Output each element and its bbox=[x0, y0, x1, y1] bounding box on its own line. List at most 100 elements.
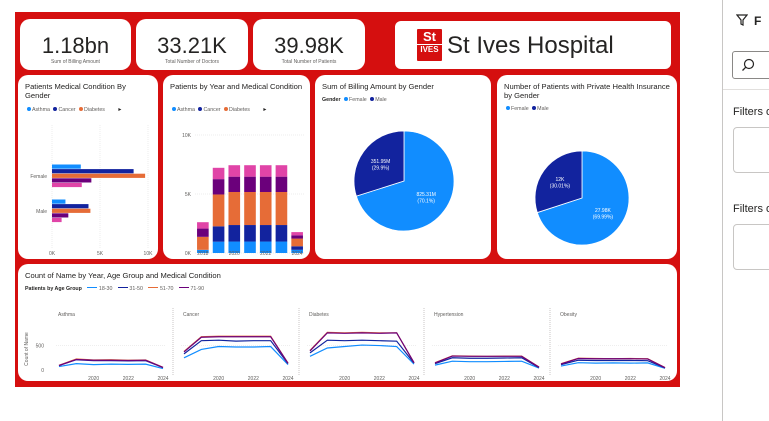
year-condition-visual[interactable]: Patients by Year and Medical Condition A… bbox=[163, 75, 310, 259]
bar-hypertension-2019 bbox=[212, 179, 225, 195]
pie-value-label: 12K bbox=[555, 177, 565, 183]
kpi-card-doctors[interactable]: 33.21K Total Number of Doctors bbox=[136, 19, 248, 70]
bar-obesity-2021 bbox=[244, 165, 256, 177]
line-chart: Count of Name 0 500 Asthma 2020 2022 2024 Cance… bbox=[24, 308, 671, 381]
panel-title: Asthma bbox=[58, 312, 75, 318]
x-tick-label: 2024 bbox=[408, 376, 419, 381]
x-tick-label: 2024 bbox=[659, 376, 670, 381]
bar-obesity bbox=[52, 217, 62, 223]
bar-obesity-2019 bbox=[212, 167, 225, 180]
x-tick-label: 2024 bbox=[533, 376, 544, 381]
bar-obesity-2023 bbox=[275, 165, 288, 177]
bar-asthma bbox=[52, 164, 81, 169]
bar-obesity-2020 bbox=[228, 165, 241, 177]
x-tick-label: 2020 bbox=[464, 376, 475, 381]
bar-hypertension-2020 bbox=[228, 176, 241, 192]
age-group-visual[interactable]: Count of Name by Year, Age Group and Med… bbox=[18, 264, 677, 381]
kpi-card-patients[interactable]: 39.98K Total Number of Patients bbox=[253, 19, 365, 70]
x-tick-label: 2022 bbox=[248, 376, 259, 381]
bar-cancer bbox=[52, 169, 134, 174]
divider bbox=[723, 89, 769, 90]
stacked-bar-chart: 0K 5K 10K 2018 2020 2022 2024 bbox=[182, 133, 305, 257]
bar-hypertension-2024 bbox=[291, 235, 303, 239]
x-tick-label: 2020 bbox=[88, 376, 99, 381]
bar-obesity-2022 bbox=[259, 165, 272, 177]
bar-diabetes-2021 bbox=[244, 191, 256, 226]
line-cancer-18-30 bbox=[183, 345, 289, 366]
y-category-label: Female bbox=[30, 174, 47, 180]
panel-title: Hypertension bbox=[434, 312, 464, 318]
pie-chart: 27.98K(69.99%) 12K(30.01%) bbox=[534, 150, 630, 246]
pie-value-label: 825.31M bbox=[416, 192, 435, 198]
x-tick-label: 5K bbox=[97, 251, 104, 257]
x-tick-label: 2024 bbox=[282, 376, 293, 381]
bar-hypertension bbox=[52, 178, 92, 183]
pie-percent-label: (30.01%) bbox=[550, 183, 571, 189]
bar-obesity bbox=[52, 182, 82, 188]
hospital-name: St Ives Hospital bbox=[447, 32, 614, 59]
filters-pane: F Filters o Filters o bbox=[722, 0, 769, 421]
pie-percent-label: (29.9%) bbox=[372, 165, 390, 171]
panel-title: Obesity bbox=[560, 312, 577, 318]
line-diabetes-18-30 bbox=[309, 344, 415, 365]
bar-cancer-2021 bbox=[244, 225, 256, 242]
bar-asthma-2021 bbox=[244, 241, 256, 253]
y-tick-label: 5K bbox=[185, 192, 192, 198]
bar-cancer-2019 bbox=[212, 226, 225, 242]
bar-hypertension-2022 bbox=[259, 176, 272, 192]
insurance-gender-visual[interactable]: Number of Patients with Private Health I… bbox=[497, 75, 677, 259]
x-tick-label: 2020 bbox=[590, 376, 601, 381]
report-canvas: 1.18bn Sum of Billing Amount 33.21K Tota… bbox=[15, 12, 680, 387]
line-cancer-31-50 bbox=[183, 339, 289, 365]
pie-percent-label: (69.99%) bbox=[593, 215, 614, 221]
x-tick-label: 10K bbox=[144, 251, 154, 257]
kpi-value: 39.98K bbox=[274, 33, 344, 58]
bar-cancer-2023 bbox=[275, 225, 288, 242]
line-hypertension-18-30 bbox=[434, 360, 540, 369]
pane-title: F bbox=[754, 14, 762, 28]
x-tick-label: 2022 bbox=[123, 376, 134, 381]
bar-asthma-2023 bbox=[275, 241, 288, 253]
bar-diabetes bbox=[52, 208, 91, 213]
pie-percent-label: (70.1%) bbox=[417, 199, 435, 205]
kpi-label: Total Number of Doctors bbox=[165, 59, 219, 65]
bar-asthma-2019 bbox=[212, 241, 225, 253]
bar-asthma bbox=[52, 199, 66, 204]
bar-diabetes-2018 bbox=[197, 236, 209, 250]
kpi-card-billing[interactable]: 1.18bn Sum of Billing Amount bbox=[20, 19, 131, 70]
line-asthma-18-30 bbox=[58, 363, 164, 370]
y-tick-label: 500 bbox=[36, 344, 45, 350]
filter-drop-zone[interactable] bbox=[733, 127, 769, 173]
x-tick-label: 2020 bbox=[213, 376, 224, 381]
filters-on-all-pages-label: Filters o bbox=[733, 203, 769, 215]
bar-diabetes-2020 bbox=[228, 191, 241, 226]
bar-cancer-2020 bbox=[228, 225, 241, 242]
x-tick-label: 2022 bbox=[374, 376, 385, 381]
x-tick-label: 2018 bbox=[197, 251, 208, 257]
x-tick-label: 0K bbox=[49, 251, 56, 257]
y-tick-label: 0 bbox=[41, 368, 44, 374]
line-diabetes-31-50 bbox=[309, 339, 415, 364]
filter-icon[interactable] bbox=[735, 14, 749, 29]
bar-diabetes-2024 bbox=[291, 238, 303, 247]
x-tick-label: 2024 bbox=[157, 376, 168, 381]
billing-gender-visual[interactable]: Sum of Billing Amount by Gender Gender F… bbox=[315, 75, 491, 259]
bar-diabetes bbox=[52, 173, 146, 178]
bar-diabetes-2022 bbox=[259, 191, 272, 226]
bar-hypertension bbox=[52, 213, 69, 218]
bar-diabetes-2019 bbox=[212, 194, 225, 227]
panel-title: Diabetes bbox=[309, 312, 329, 318]
search-input[interactable] bbox=[732, 51, 769, 79]
filter-drop-zone[interactable] bbox=[733, 224, 769, 270]
bar-cancer bbox=[52, 204, 89, 209]
pie-value-label: 27.98K bbox=[595, 208, 612, 214]
x-tick-label: 2020 bbox=[339, 376, 350, 381]
x-tick-label: 2024 bbox=[292, 251, 303, 257]
bar-hypertension-2021 bbox=[244, 176, 256, 192]
bar-obesity-2024 bbox=[291, 232, 303, 236]
kpi-label: Total Number of Patients bbox=[281, 59, 337, 65]
y-tick-label: 10K bbox=[182, 133, 192, 139]
kpi-value: 1.18bn bbox=[41, 33, 110, 58]
condition-gender-visual[interactable]: Patients Medical Condition By Gender Ast… bbox=[18, 75, 158, 259]
hospital-logo-icon: St IVES bbox=[417, 29, 442, 61]
